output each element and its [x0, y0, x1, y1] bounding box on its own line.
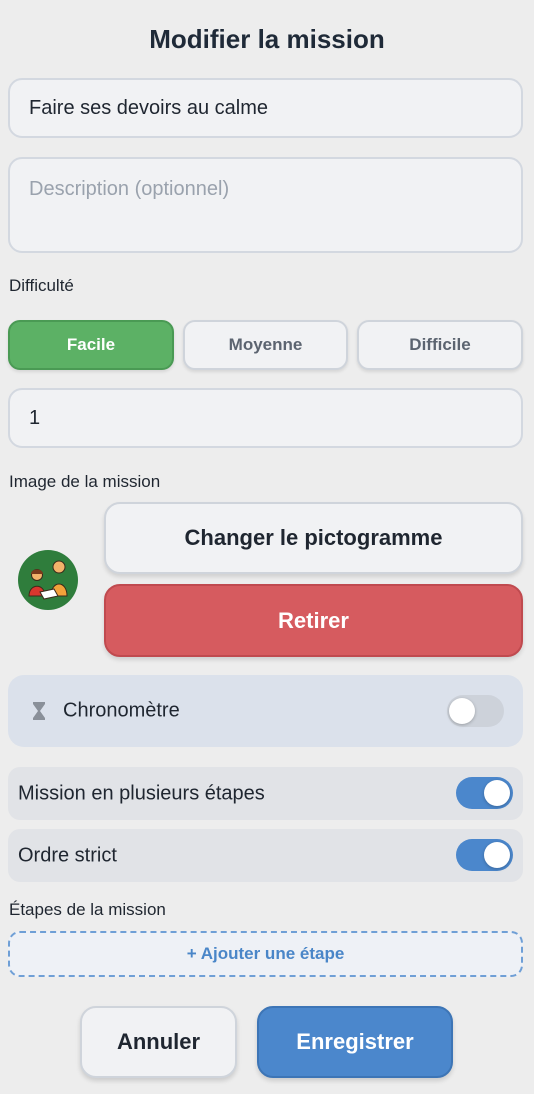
cancel-button[interactable]: Annuler [80, 1006, 237, 1078]
difficulty-medium-button[interactable]: Moyenne [183, 320, 348, 370]
difficulty-label: Difficulté [9, 276, 74, 295]
description-placeholder: Description (optionnel) [29, 178, 230, 200]
strict-order-toggle[interactable] [456, 839, 513, 871]
mission-pictogram [18, 550, 78, 610]
change-pictogram-button[interactable]: Changer le pictogramme [104, 502, 523, 574]
children-reading-icon [19, 551, 77, 609]
points-input[interactable]: 1 [8, 388, 523, 448]
strict-order-label: Ordre strict [18, 844, 117, 866]
multi-step-toggle[interactable] [456, 777, 513, 809]
mission-name-value: Faire ses devoirs au calme [29, 96, 268, 119]
timer-label: Chronomètre [63, 699, 180, 722]
multi-step-label: Mission en plusieurs étapes [18, 782, 265, 804]
timer-row: Chronomètre [8, 675, 523, 747]
steps-label: Étapes de la mission [9, 900, 166, 919]
timer-toggle[interactable] [447, 695, 504, 727]
strict-order-row: Ordre strict [8, 829, 523, 882]
add-step-button[interactable]: + Ajouter une étape [8, 931, 523, 977]
difficulty-easy-button[interactable]: Facile [8, 320, 174, 370]
hourglass-icon [32, 701, 46, 726]
save-button[interactable]: Enregistrer [257, 1006, 453, 1078]
mission-name-input[interactable]: Faire ses devoirs au calme [8, 78, 523, 138]
image-label: Image de la mission [9, 472, 161, 491]
multi-step-row: Mission en plusieurs étapes [8, 767, 523, 820]
remove-pictogram-button[interactable]: Retirer [104, 584, 523, 657]
difficulty-hard-button[interactable]: Difficile [357, 320, 523, 370]
description-input[interactable]: Description (optionnel) [8, 157, 523, 253]
page-title: Modifier la mission [149, 24, 385, 54]
points-value: 1 [29, 406, 41, 429]
